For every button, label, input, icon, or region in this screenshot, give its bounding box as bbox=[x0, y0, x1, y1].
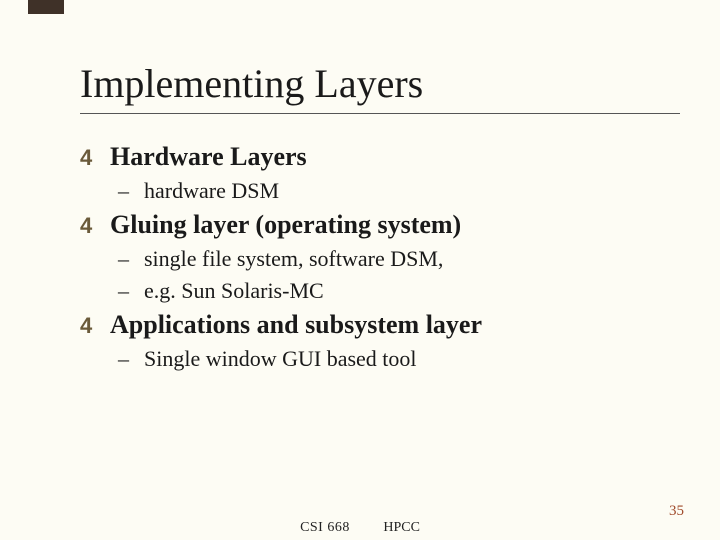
subbullet-hardware-dsm: – hardware DSM bbox=[118, 178, 680, 204]
bullet-hardware-layers: 4 Hardware Layers bbox=[80, 142, 680, 172]
dash-icon: – bbox=[118, 278, 134, 304]
bullet-text: single file system, software DSM, bbox=[144, 246, 443, 272]
bullet-text: Hardware Layers bbox=[110, 142, 307, 172]
subbullet-single-window-gui: – Single window GUI based tool bbox=[118, 346, 680, 372]
title-underline bbox=[80, 113, 680, 114]
corner-decoration bbox=[28, 0, 64, 14]
dash-icon: – bbox=[118, 346, 134, 372]
footer-course-code: CSI 668 bbox=[300, 520, 350, 535]
footer-center: CSI 668 HPCC bbox=[300, 520, 420, 536]
bullet-text: Single window GUI based tool bbox=[144, 346, 417, 372]
bullet-text: Gluing layer (operating system) bbox=[110, 210, 461, 240]
bullet-mark-icon: 4 bbox=[80, 313, 100, 339]
bullet-applications-layer: 4 Applications and subsystem layer bbox=[80, 310, 680, 340]
dash-icon: – bbox=[118, 246, 134, 272]
slide-title: Implementing Layers bbox=[80, 60, 680, 107]
bullet-text: Applications and subsystem layer bbox=[110, 310, 482, 340]
footer-topic: HPCC bbox=[383, 520, 420, 535]
bullet-mark-icon: 4 bbox=[80, 145, 100, 171]
subbullet-solaris-mc: – e.g. Sun Solaris-MC bbox=[118, 278, 680, 304]
page-number: 35 bbox=[669, 503, 684, 520]
bullet-mark-icon: 4 bbox=[80, 213, 100, 239]
bullet-text: hardware DSM bbox=[144, 178, 279, 204]
dash-icon: – bbox=[118, 178, 134, 204]
bullet-gluing-layer: 4 Gluing layer (operating system) bbox=[80, 210, 680, 240]
bullet-text: e.g. Sun Solaris-MC bbox=[144, 278, 324, 304]
subbullet-single-file-system: – single file system, software DSM, bbox=[118, 246, 680, 272]
slide-body: Implementing Layers 4 Hardware Layers – … bbox=[0, 0, 720, 540]
